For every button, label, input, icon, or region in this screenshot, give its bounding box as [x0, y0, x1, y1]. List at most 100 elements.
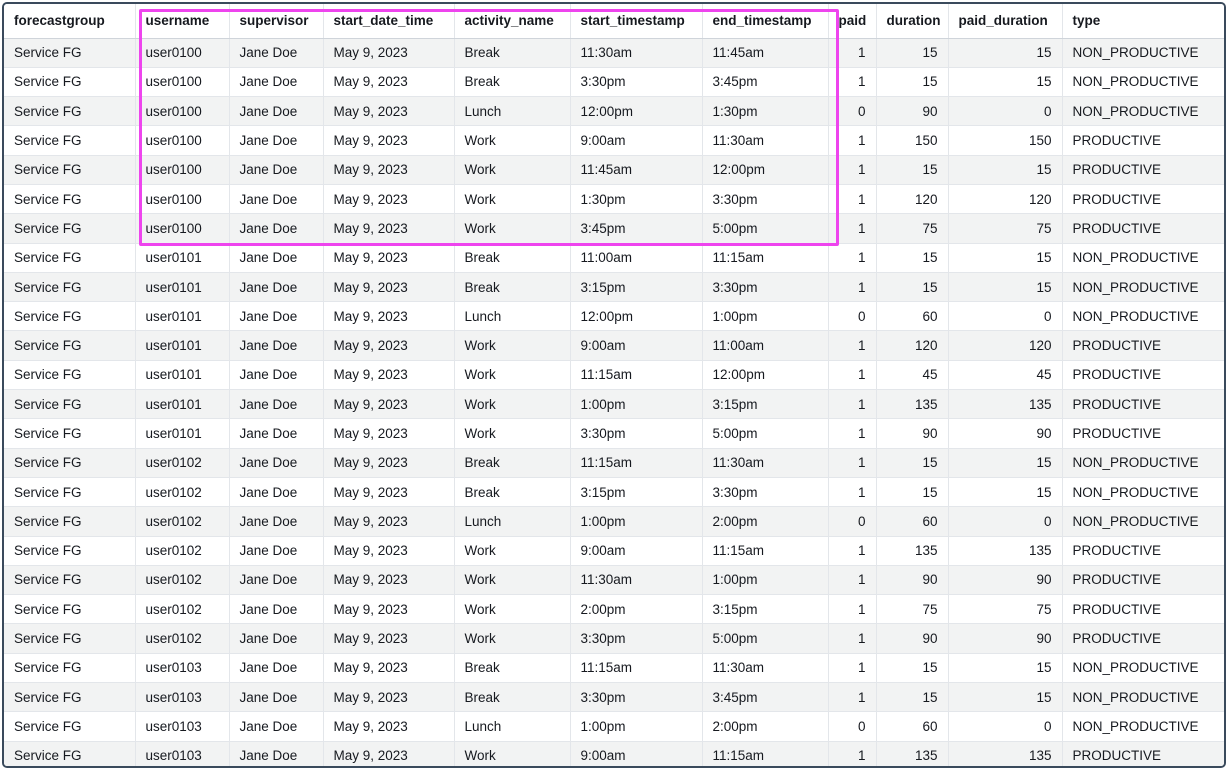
table-row[interactable]: Service FG user0100 Jane Doe May 9, 2023 Wor…: [4, 184, 1224, 215]
table-row[interactable]: Service FG user0103 Jane Doe May 9, 2023 Wor…: [4, 741, 1224, 766]
cell-type: PRODUCTIVE: [1061, 155, 1224, 185]
cell-paid: 1: [827, 272, 876, 303]
cell-supervisor: Jane Doe: [228, 330, 323, 361]
table-row[interactable]: Service FG user0100 Jane Doe May 9, 2023 Wor…: [4, 213, 1224, 244]
table-row[interactable]: Service FG user0103 Jane Doe May 9, 2023 Bre…: [4, 653, 1224, 684]
column-header-username[interactable]: username: [134, 4, 229, 39]
column-header-paid-duration[interactable]: paid_duration: [947, 4, 1062, 39]
cell-username: user0101: [134, 330, 229, 361]
cell-paid: 1: [827, 653, 876, 684]
cell-type: NON_PRODUCTIVE: [1061, 67, 1224, 98]
table-row[interactable]: Service FG user0101 Jane Doe May 9, 2023 Wor…: [4, 330, 1224, 361]
cell-type: NON_PRODUCTIVE: [1061, 653, 1224, 684]
table-row[interactable]: Service FG user0101 Jane Doe May 9, 2023 Bre…: [4, 243, 1224, 273]
cell-username: user0101: [134, 243, 229, 273]
cell-end-timestamp: 12:00pm: [701, 360, 828, 391]
cell-supervisor: Jane Doe: [228, 623, 323, 654]
cell-username: user0103: [134, 711, 229, 742]
cell-forecastgroup: Service FG: [4, 360, 135, 391]
table-row[interactable]: Service FG user0100 Jane Doe May 9, 2023 Wor…: [4, 155, 1224, 185]
column-header-end-timestamp[interactable]: end_timestamp: [701, 4, 828, 39]
cell-end-timestamp: 3:15pm: [701, 594, 828, 625]
cell-paid-duration: 0: [947, 96, 1062, 127]
column-header-paid[interactable]: paid: [827, 4, 876, 39]
table-row[interactable]: Service FG user0100 Jane Doe May 9, 2023 Bre…: [4, 38, 1224, 68]
cell-supervisor: Jane Doe: [228, 594, 323, 625]
cell-supervisor: Jane Doe: [228, 155, 323, 185]
cell-end-timestamp: 1:00pm: [701, 565, 828, 596]
cell-activity-name: Work: [453, 360, 570, 391]
cell-start-date-time: May 9, 2023: [322, 565, 454, 596]
cell-start-date-time: May 9, 2023: [322, 711, 454, 742]
cell-paid: 1: [827, 418, 876, 449]
cell-username: user0101: [134, 360, 229, 391]
cell-forecastgroup: Service FG: [4, 536, 135, 566]
cell-duration: 75: [875, 213, 948, 244]
table-row[interactable]: Service FG user0101 Jane Doe May 9, 2023 Wor…: [4, 418, 1224, 449]
cell-type: PRODUCTIVE: [1061, 184, 1224, 215]
table-row[interactable]: Service FG user0102 Jane Doe May 9, 2023 Wor…: [4, 623, 1224, 654]
cell-start-date-time: May 9, 2023: [322, 184, 454, 215]
cell-forecastgroup: Service FG: [4, 243, 135, 273]
table-row[interactable]: Service FG user0100 Jane Doe May 9, 2023 Bre…: [4, 67, 1224, 98]
cell-type: PRODUCTIVE: [1061, 360, 1224, 391]
table-row[interactable]: Service FG user0102 Jane Doe May 9, 2023 Wor…: [4, 565, 1224, 596]
cell-activity-name: Work: [453, 741, 570, 766]
table-row[interactable]: Service FG user0102 Jane Doe May 9, 2023 Bre…: [4, 477, 1224, 508]
cell-start-timestamp: 9:00am: [569, 536, 702, 566]
cell-end-timestamp: 12:00pm: [701, 155, 828, 185]
column-header-start-date-time[interactable]: start_date_time: [322, 4, 454, 39]
cell-start-timestamp: 9:00am: [569, 125, 702, 156]
table-row[interactable]: Service FG user0101 Jane Doe May 9, 2023 Bre…: [4, 272, 1224, 303]
cell-forecastgroup: Service FG: [4, 330, 135, 361]
cell-start-timestamp: 1:00pm: [569, 506, 702, 537]
cell-username: user0102: [134, 536, 229, 566]
cell-paid: 0: [827, 301, 876, 332]
table-row[interactable]: Service FG user0103 Jane Doe May 9, 2023 Bre…: [4, 682, 1224, 713]
cell-supervisor: Jane Doe: [228, 389, 323, 420]
cell-activity-name: Break: [453, 682, 570, 713]
cell-type: NON_PRODUCTIVE: [1061, 38, 1224, 68]
column-header-type[interactable]: type: [1061, 4, 1224, 39]
table-row[interactable]: Service FG user0102 Jane Doe May 9, 2023 Wor…: [4, 594, 1224, 625]
table-row[interactable]: Service FG user0102 Jane Doe May 9, 2023 Wor…: [4, 536, 1224, 566]
cell-activity-name: Break: [453, 67, 570, 98]
cell-start-date-time: May 9, 2023: [322, 213, 454, 244]
cell-paid: 1: [827, 243, 876, 273]
table-row[interactable]: Service FG user0100 Jane Doe May 9, 2023 Lun…: [4, 96, 1224, 127]
cell-start-timestamp: 3:30pm: [569, 418, 702, 449]
cell-start-date-time: May 9, 2023: [322, 360, 454, 391]
table-row[interactable]: Service FG user0103 Jane Doe May 9, 2023 Lun…: [4, 711, 1224, 742]
cell-paid-duration: 15: [947, 272, 1062, 303]
cell-duration: 90: [875, 96, 948, 127]
table-row[interactable]: Service FG user0101 Jane Doe May 9, 2023 Wor…: [4, 360, 1224, 391]
cell-paid-duration: 15: [947, 243, 1062, 273]
column-header-activity-name[interactable]: activity_name: [453, 4, 570, 39]
cell-paid-duration: 0: [947, 506, 1062, 537]
table-row[interactable]: Service FG user0100 Jane Doe May 9, 2023 Wor…: [4, 125, 1224, 156]
cell-forecastgroup: Service FG: [4, 682, 135, 713]
cell-activity-name: Work: [453, 418, 570, 449]
column-header-supervisor[interactable]: supervisor: [228, 4, 323, 39]
cell-forecastgroup: Service FG: [4, 155, 135, 185]
cell-supervisor: Jane Doe: [228, 360, 323, 391]
cell-activity-name: Break: [453, 243, 570, 273]
table-row[interactable]: Service FG user0102 Jane Doe May 9, 2023 Bre…: [4, 448, 1224, 478]
cell-paid-duration: 15: [947, 477, 1062, 508]
cell-username: user0101: [134, 301, 229, 332]
column-header-forecastgroup[interactable]: forecastgroup: [4, 4, 135, 39]
table-row[interactable]: Service FG user0101 Jane Doe May 9, 2023 Lun…: [4, 301, 1224, 332]
table-row[interactable]: Service FG user0101 Jane Doe May 9, 2023 Wor…: [4, 389, 1224, 420]
cell-forecastgroup: Service FG: [4, 448, 135, 478]
cell-duration: 15: [875, 272, 948, 303]
cell-end-timestamp: 5:00pm: [701, 418, 828, 449]
cell-forecastgroup: Service FG: [4, 67, 135, 98]
column-header-duration[interactable]: duration: [875, 4, 948, 39]
cell-start-date-time: May 9, 2023: [322, 389, 454, 420]
cell-forecastgroup: Service FG: [4, 389, 135, 420]
column-header-start-timestamp[interactable]: start_timestamp: [569, 4, 702, 39]
cell-activity-name: Break: [453, 38, 570, 68]
cell-start-timestamp: 11:30am: [569, 565, 702, 596]
table-row[interactable]: Service FG user0102 Jane Doe May 9, 2023 Lun…: [4, 506, 1224, 537]
cell-type: NON_PRODUCTIVE: [1061, 477, 1224, 508]
